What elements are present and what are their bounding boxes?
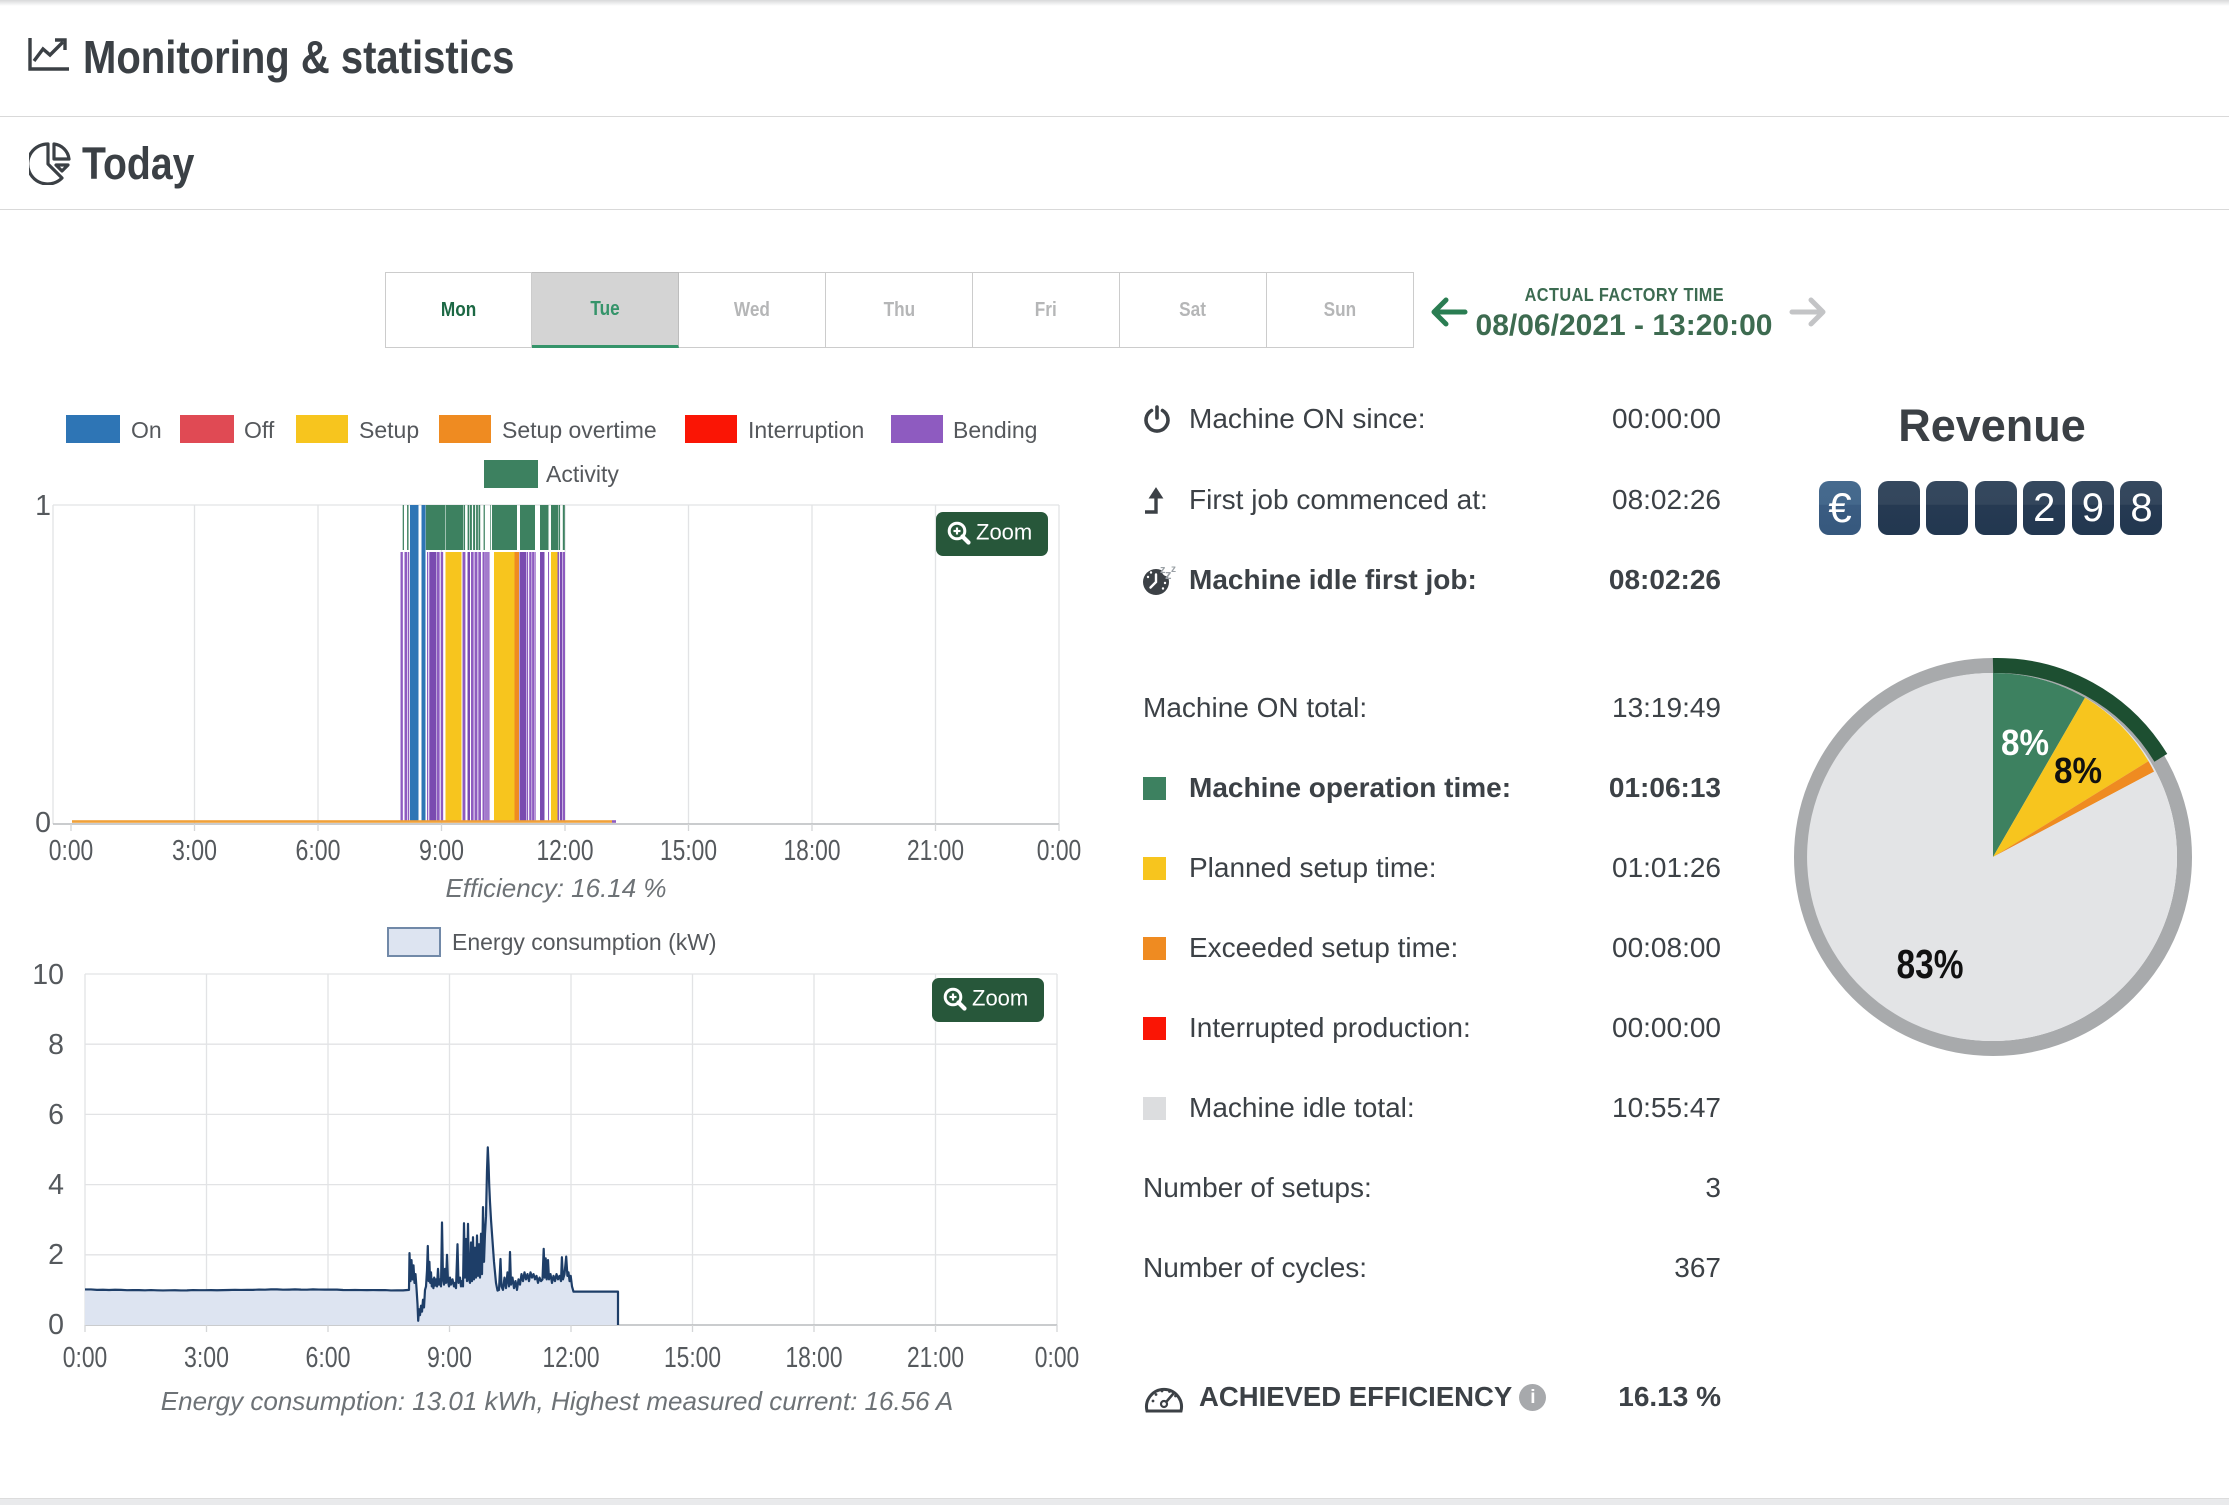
svg-text:0:00: 0:00 [1035,1342,1080,1374]
svg-text:21:00: 21:00 [907,1342,964,1374]
svg-text:0:00: 0:00 [49,835,94,867]
svg-text:83%: 83% [1897,941,1964,987]
svg-text:Setup overtime: Setup overtime [502,417,657,443]
svg-text:0: 0 [48,1309,64,1341]
svg-text:Zoom: Zoom [972,986,1028,1011]
svg-text:4: 4 [48,1169,64,1201]
svg-text:8%: 8% [2054,750,2102,791]
svg-text:8%: 8% [2001,722,2049,763]
svg-text:21:00: 21:00 [907,835,964,867]
svg-text:1: 1 [35,490,51,522]
svg-text:z: z [1171,564,1176,575]
svg-text:8: 8 [48,1029,64,1061]
svg-text:6:00: 6:00 [296,835,341,867]
svg-text:10: 10 [32,959,64,991]
svg-text:Zoom: Zoom [976,520,1032,545]
svg-text:Energy consumption: 13.01 kWh,: Energy consumption: 13.01 kWh, Highest m… [161,1386,953,1416]
svg-text:6:00: 6:00 [306,1342,351,1374]
svg-text:12:00: 12:00 [543,1342,600,1374]
svg-text:15:00: 15:00 [664,1342,721,1374]
svg-text:15:00: 15:00 [660,835,717,867]
svg-text:Activity: Activity [546,461,619,487]
svg-text:3:00: 3:00 [172,835,217,867]
svg-text:0:00: 0:00 [63,1342,108,1374]
svg-text:18:00: 18:00 [784,835,841,867]
svg-text:9:00: 9:00 [419,835,464,867]
svg-text:2: 2 [48,1239,64,1271]
svg-text:Energy consumption (kW): Energy consumption (kW) [452,929,717,955]
svg-text:Bending: Bending [953,417,1037,443]
svg-text:Setup: Setup [359,417,419,443]
svg-text:6: 6 [48,1099,64,1131]
svg-text:Interruption: Interruption [748,417,864,443]
svg-text:0:00: 0:00 [1037,835,1082,867]
svg-text:Efficiency: 16.14 %: Efficiency: 16.14 % [445,873,666,903]
svg-text:18:00: 18:00 [786,1342,843,1374]
svg-text:3:00: 3:00 [184,1342,229,1374]
svg-text:Off: Off [244,417,275,443]
svg-text:On: On [131,417,162,443]
svg-text:9:00: 9:00 [427,1342,472,1374]
svg-text:12:00: 12:00 [537,835,594,867]
